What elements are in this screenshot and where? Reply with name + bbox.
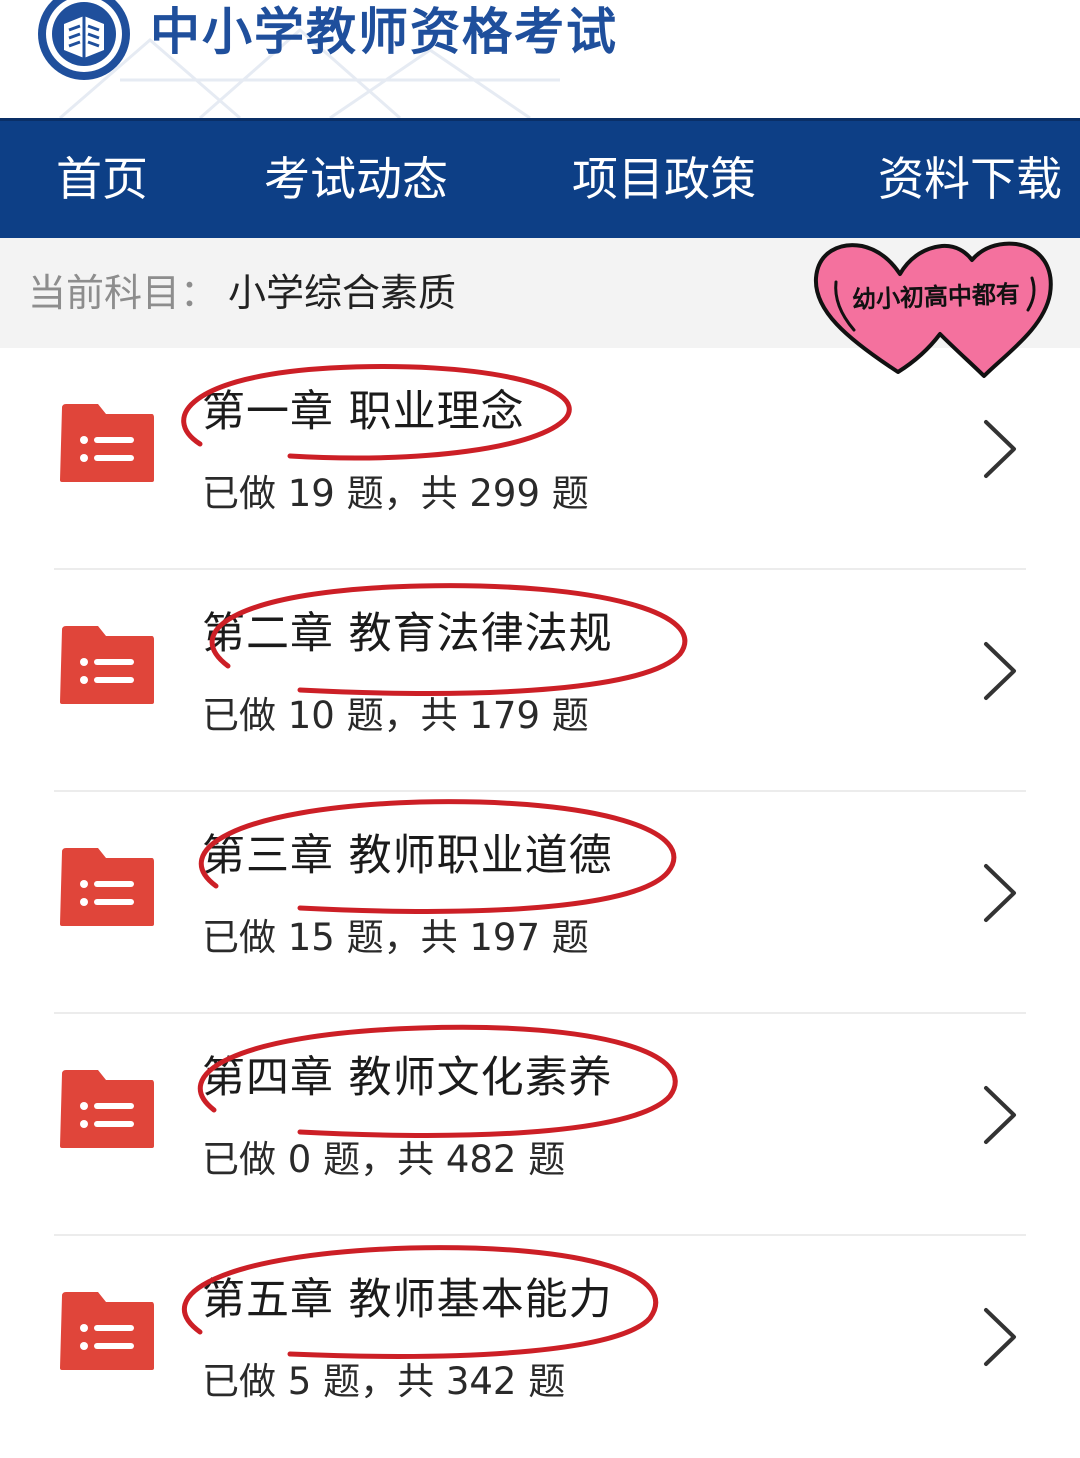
chapter-progress: 已做 5 题，共 342 题	[202, 1360, 566, 1403]
nav-item-policy[interactable]: 项目政策	[572, 121, 756, 238]
nav-item-exam-news[interactable]: 考试动态	[264, 121, 448, 238]
chapter-title: 第二章 教育法律法规	[202, 609, 613, 659]
site-title: 中小学教师资格考试	[150, 3, 618, 61]
chapter-row-4[interactable]: 第四章 教师文化素养 已做 0 题，共 482 题	[0, 1014, 1080, 1236]
nav-item-home[interactable]: 首页	[56, 121, 148, 238]
list-folder-icon	[60, 848, 154, 926]
list-folder-icon	[60, 626, 154, 704]
red-circle-annotation	[181, 364, 572, 461]
sticker-text: 幼小初高中都有	[851, 280, 1021, 314]
chapter-title: 第一章 职业理念	[202, 387, 525, 437]
book-emblem-icon	[38, 0, 130, 80]
chevron-right-icon[interactable]	[978, 860, 1022, 926]
chapter-progress: 已做 19 题，共 299 题	[202, 472, 589, 515]
chevron-right-icon[interactable]	[978, 416, 1022, 482]
chapter-row-1[interactable]: 第一章 职业理念 已做 19 题，共 299 题	[0, 348, 1080, 570]
chevron-right-icon[interactable]	[978, 1082, 1022, 1148]
chapter-progress: 已做 15 题，共 197 题	[202, 916, 589, 959]
nav-item-downloads[interactable]: 资料下载	[878, 121, 1062, 238]
subject-label: 当前科目：	[28, 271, 219, 315]
chevron-right-icon[interactable]	[978, 638, 1022, 704]
chapter-row-5[interactable]: 第五章 教师基本能力 已做 5 题，共 342 题	[0, 1236, 1080, 1458]
list-folder-icon	[60, 1292, 154, 1370]
site-header: 中小学教师资格考试	[0, 0, 1080, 118]
chapter-progress: 已做 0 题，共 482 题	[202, 1138, 566, 1181]
main-nav: 首页 考试动态 项目政策 资料下载	[0, 118, 1080, 238]
subject-value[interactable]: 小学综合素质	[228, 238, 456, 348]
chevron-right-icon[interactable]	[978, 1304, 1022, 1370]
chapter-row-2[interactable]: 第二章 教育法律法规 已做 10 题，共 179 题	[0, 570, 1080, 792]
chapter-title: 第五章 教师基本能力	[202, 1275, 613, 1325]
list-folder-icon	[60, 404, 154, 482]
list-folder-icon	[60, 1070, 154, 1148]
chapter-title: 第三章 教师职业道德	[202, 831, 613, 881]
chapter-row-3[interactable]: 第三章 教师职业道德 已做 15 题，共 197 题	[0, 792, 1080, 1014]
chapter-progress: 已做 10 题，共 179 题	[202, 694, 589, 737]
chapter-title: 第四章 教师文化素养	[202, 1053, 613, 1103]
